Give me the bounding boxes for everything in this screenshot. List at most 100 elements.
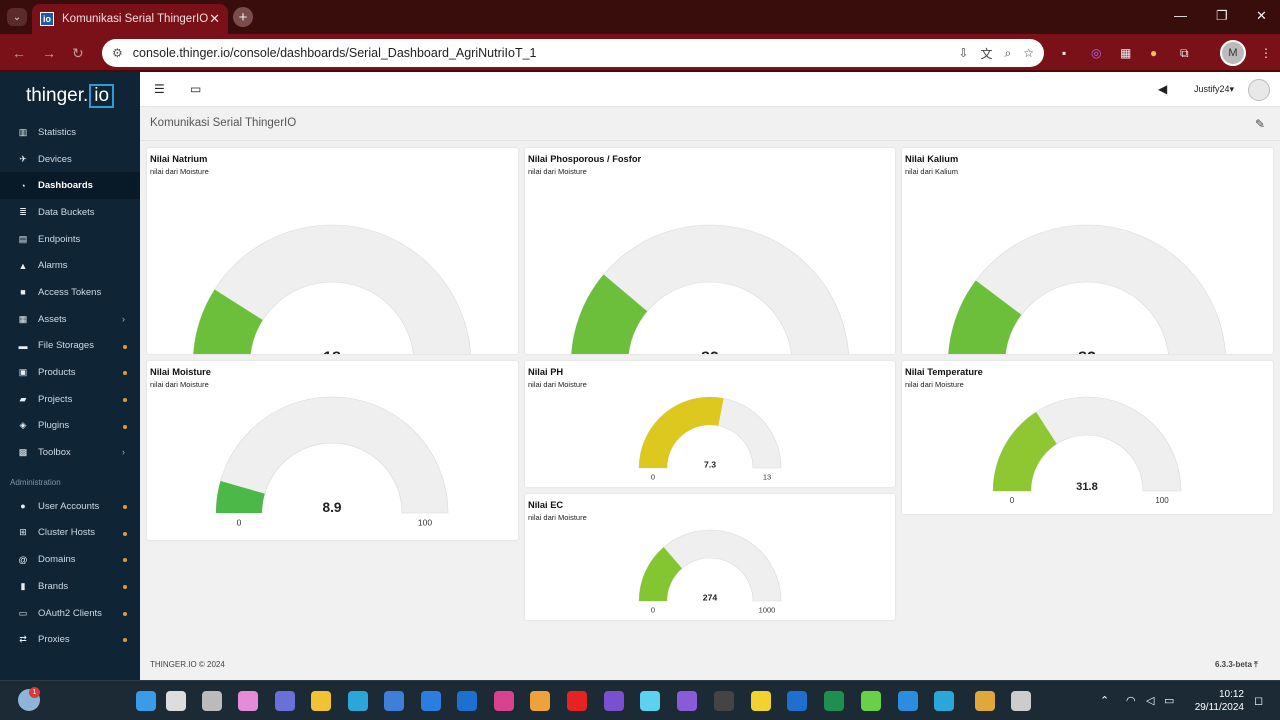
sidebar-item-user-accounts[interactable]: ● User Accounts <box>0 493 140 520</box>
taskbar-clock[interactable]: 10:12 29/11/2024 <box>1180 688 1244 714</box>
close-window-icon[interactable]: ✕ <box>1256 8 1267 24</box>
rocket-icon: ✈ <box>19 153 27 164</box>
edit-dashboard-icon[interactable]: ✎ <box>1255 117 1265 131</box>
sidebar-item-plugins[interactable]: ◈ Plugins <box>0 413 140 440</box>
app-blue2-icon[interactable] <box>787 691 807 711</box>
notifications-bell-icon[interactable]: ◻ <box>1254 694 1263 707</box>
forward-icon[interactable]: → <box>42 45 56 61</box>
teams-icon[interactable] <box>275 691 295 711</box>
translate-icon[interactable]: 文 <box>980 45 992 62</box>
chrome-icon[interactable] <box>975 691 995 711</box>
browser-menu-icon[interactable]: ⋮ <box>1260 46 1272 60</box>
wifi-icon[interactable]: ◠ <box>1126 694 1136 707</box>
file-explorer-icon[interactable] <box>311 691 331 711</box>
bookmark-star-icon[interactable]: ☆ <box>1023 46 1034 60</box>
app-purple-icon[interactable] <box>677 691 697 711</box>
copilot-icon[interactable] <box>238 691 258 711</box>
sidebar-item-products[interactable]: ▣ Products <box>0 359 140 386</box>
site-info-icon[interactable]: ⚙ <box>112 46 123 60</box>
gauge-chart: 180100 <box>193 224 471 354</box>
edge-icon[interactable] <box>348 691 368 711</box>
app-teal-icon[interactable] <box>934 691 954 711</box>
sidebar-item-projects[interactable]: ▰ Projects <box>0 386 140 413</box>
address-bar[interactable]: ⚙ console.thinger.io/console/dashboards/… <box>102 39 1044 67</box>
react-icon[interactable] <box>640 691 660 711</box>
gauge-widget-nilai-temperature[interactable]: 31.8 0 100 Nilai Temperature nilai dari Mois… <box>902 361 1273 514</box>
battery-icon[interactable]: ▭ <box>1164 694 1174 707</box>
github-icon[interactable] <box>604 691 624 711</box>
tab-search-icon[interactable]: ⌄ <box>7 8 27 26</box>
extension-1-icon[interactable]: ▪ <box>1062 46 1066 60</box>
sidebar-item-endpoints[interactable]: ▤ Endpoints <box>0 226 140 253</box>
sidebar-item-dashboards[interactable]: ◔ Dashboards <box>0 172 140 200</box>
sidebar-item-label: Proxies <box>38 634 70 646</box>
user-menu[interactable]: Justify24▾ <box>1194 84 1234 95</box>
app-green-icon[interactable] <box>861 691 881 711</box>
toggle-sidebar-icon[interactable]: ☰ <box>154 82 165 96</box>
app-f-icon[interactable] <box>714 691 734 711</box>
folder-icon[interactable]: ▭ <box>190 82 201 96</box>
sidebar-item-access-tokens[interactable]: ■ Access Tokens <box>0 279 140 306</box>
volume-icon[interactable]: ◁ <box>1146 694 1154 707</box>
close-tab-icon[interactable]: ✕ <box>209 11 220 27</box>
app-blue-icon[interactable] <box>457 691 477 711</box>
browser-tab-active[interactable]: io Komunikasi Serial ThingerIO ✕ <box>32 4 228 34</box>
widget-title: Nilai Temperature <box>905 367 983 377</box>
gauge-widget-nilai-phosporous-fosfor[interactable]: 890400 Nilai Phosporous / Fosfor nilai dar… <box>525 148 895 354</box>
sidebar-item-data-buckets[interactable]: ≣ Data Buckets <box>0 199 140 226</box>
app-medal-icon[interactable] <box>530 691 550 711</box>
user-avatar[interactable] <box>1248 79 1270 101</box>
sidebar-item-cluster-hosts[interactable]: ⊞ Cluster Hosts <box>0 520 140 547</box>
gauge-widget-nilai-kalium[interactable]: 820400 Nilai Kalium nilai dari Kalium <box>902 148 1273 354</box>
extension-4-icon[interactable]: ● <box>1150 46 1157 60</box>
start-windows-icon[interactable] <box>136 691 156 711</box>
gauge-widget-nilai-ec[interactable]: 274 0 1000 Nilai EC nilai dari Moisture <box>525 494 895 620</box>
widget-title: Nilai PH <box>528 367 564 377</box>
sidebar-item-statistics[interactable]: ▥ Statistics <box>0 119 140 146</box>
sidebar-item-brands[interactable]: ▮ Brands <box>0 573 140 600</box>
vscode-icon[interactable] <box>898 691 918 711</box>
tray-chevron-icon[interactable]: ⌃ <box>1100 694 1109 707</box>
gauge-widget-nilai-ph[interactable]: 7.3 0 13 Nilai PH nilai dari Moisture <box>525 361 895 487</box>
extension-3-icon[interactable]: ▦ <box>1120 46 1131 60</box>
sticky-notes-icon[interactable] <box>751 691 771 711</box>
zoom-icon[interactable]: ⌕ <box>1005 46 1012 61</box>
instagram-icon[interactable] <box>494 691 514 711</box>
back-icon[interactable]: ← <box>12 45 26 61</box>
minimize-icon[interactable]: — <box>1174 8 1187 23</box>
sidebar-item-alarms[interactable]: ▲ Alarms <box>0 252 140 279</box>
widget-subtitle: nilai dari Moisture <box>905 380 964 389</box>
browser-profile-avatar[interactable]: M <box>1220 40 1246 66</box>
sidebar-item-assets[interactable]: ▦ Assets › <box>0 306 140 333</box>
sidebar-item-oauth2-clients[interactable]: ▭ OAuth2 Clients <box>0 600 140 627</box>
more-apps-icon[interactable] <box>1011 691 1031 711</box>
dropbox-icon[interactable] <box>421 691 441 711</box>
announcement-megaphone-icon[interactable]: ◀ <box>1158 82 1167 96</box>
widget-subtitle: nilai dari Moisture <box>528 513 587 522</box>
reload-icon[interactable]: ↻ <box>72 45 84 62</box>
sidebar-item-domains[interactable]: @ Domains <box>0 546 140 573</box>
sidebar-item-devices[interactable]: ✈ Devices <box>0 146 140 173</box>
gauge-value: 8.9 <box>323 500 342 515</box>
sidebar-item-proxies[interactable]: ⇄ Proxies <box>0 626 140 653</box>
thinger-logo[interactable]: thinger. io <box>0 72 140 120</box>
app-topbar: ☰ ▭ ◀ Justify24▾ <box>140 72 1280 107</box>
task-view-icon[interactable] <box>202 691 222 711</box>
cube-icon: ◈ <box>19 420 27 431</box>
excel-icon[interactable] <box>824 691 844 711</box>
youtube-icon[interactable] <box>567 691 587 711</box>
new-tab-icon[interactable]: + <box>233 7 253 27</box>
extension-2-icon[interactable]: ◎ <box>1091 46 1101 60</box>
extensions-puzzle-icon[interactable]: ⧉ <box>1180 46 1189 61</box>
store-icon[interactable] <box>384 691 404 711</box>
status-dot <box>123 558 127 563</box>
status-dot <box>123 531 127 536</box>
sidebar-item-file-storages[interactable]: ▬ File Storages <box>0 333 140 360</box>
gauge-widget-nilai-natrium[interactable]: 180100 Nilai Natrium nilai dari Moisture <box>147 148 518 354</box>
gauge-widget-nilai-moisture[interactable]: 8.9 0 100 Nilai Moisture nilai dari Moisture <box>147 361 518 540</box>
search-icon[interactable] <box>166 691 186 711</box>
install-app-icon[interactable]: ⇩ <box>958 46 968 60</box>
sidebar-item-toolbox[interactable]: ▩ Toolbox › <box>0 439 140 466</box>
maximize-icon[interactable]: ❐ <box>1216 8 1228 24</box>
gauge-min-label: 0 <box>1010 496 1015 505</box>
